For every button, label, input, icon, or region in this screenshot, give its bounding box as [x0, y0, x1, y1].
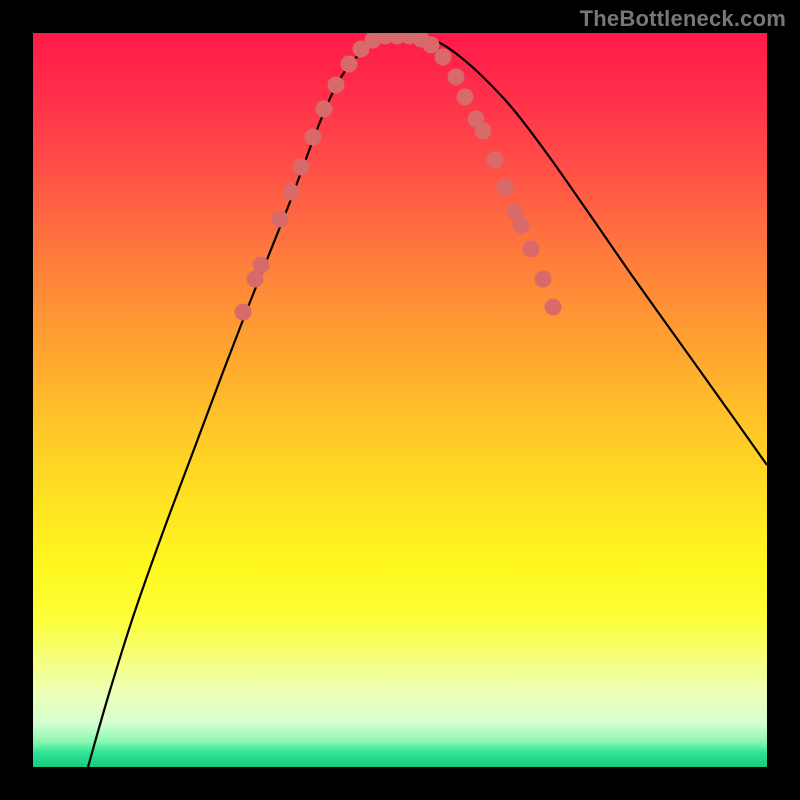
chart-stage: TheBottleneck.com — [0, 0, 800, 800]
curve-marker — [253, 257, 270, 274]
curve-layer — [33, 33, 767, 767]
curve-marker — [535, 271, 552, 288]
curve-marker — [457, 89, 474, 106]
curve-marker — [545, 299, 562, 316]
curve-marker — [475, 123, 492, 140]
plot-area — [33, 33, 767, 767]
curve-marker — [341, 56, 358, 73]
curve-marker — [316, 101, 333, 118]
curve-marker — [272, 211, 289, 228]
curve-marker — [328, 77, 345, 94]
curve-marker — [423, 37, 440, 54]
curve-marker — [448, 69, 465, 86]
curve-marker — [435, 49, 452, 66]
curve-marker — [487, 152, 504, 169]
curve-marker — [305, 129, 322, 146]
curve-marker — [523, 241, 540, 258]
bottleneck-curve — [88, 36, 767, 767]
curve-marker — [513, 217, 530, 234]
curve-marker — [283, 184, 300, 201]
curve-markers — [235, 33, 562, 321]
watermark-text: TheBottleneck.com — [580, 6, 786, 32]
curve-marker — [293, 159, 310, 176]
curve-marker — [235, 304, 252, 321]
curve-marker — [497, 179, 514, 196]
